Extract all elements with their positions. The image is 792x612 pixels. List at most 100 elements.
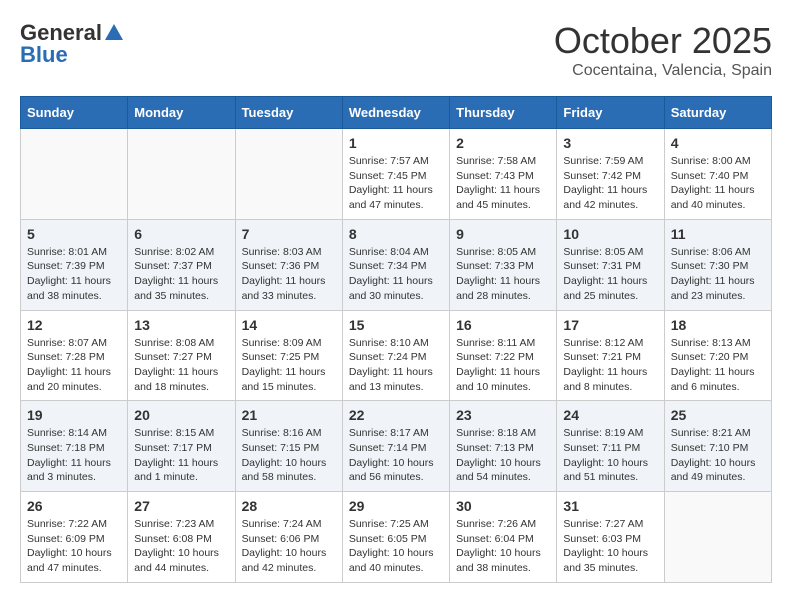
day-info: Sunrise: 7:58 AMSunset: 7:43 PMDaylight:…	[456, 154, 550, 213]
calendar-cell	[21, 129, 128, 220]
day-info: Sunrise: 8:19 AMSunset: 7:11 PMDaylight:…	[563, 426, 657, 485]
page-header: General Blue October 2025 Cocentaina, Va…	[20, 20, 772, 80]
calendar-cell: 9 Sunrise: 8:05 AMSunset: 7:33 PMDaylight…	[450, 219, 557, 310]
day-number: 3	[563, 135, 657, 151]
weekday-header-thursday: Thursday	[450, 97, 557, 129]
calendar-cell: 21 Sunrise: 8:16 AMSunset: 7:15 PMDayligh…	[235, 401, 342, 492]
day-number: 27	[134, 498, 228, 514]
calendar-cell: 4Sunrise: 8:00 AMSunset: 7:40 PMDaylight…	[664, 129, 771, 220]
calendar-cell: 29Sunrise: 7:25 AMSunset: 6:05 PMDayligh…	[342, 492, 449, 583]
location-subtitle: Cocentaina, Valencia, Spain	[554, 62, 772, 80]
day-info: Sunrise: 8:10 AMSunset: 7:24 PMDaylight:…	[349, 336, 443, 395]
calendar-cell: 12 Sunrise: 8:07 AMSunset: 7:28 PMDayligh…	[21, 310, 128, 401]
day-number: 6	[134, 226, 228, 242]
calendar-cell: 19 Sunrise: 8:14 AMSunset: 7:18 PMDayligh…	[21, 401, 128, 492]
calendar-cell: 20 Sunrise: 8:15 AMSunset: 7:17 PMDayligh…	[128, 401, 235, 492]
calendar-cell: 8 Sunrise: 8:04 AMSunset: 7:34 PMDaylight…	[342, 219, 449, 310]
day-info: Sunrise: 7:26 AMSunset: 6:04 PMDaylight:…	[456, 517, 550, 576]
weekday-header-friday: Friday	[557, 97, 664, 129]
day-info: Sunrise: 8:15 AMSunset: 7:17 PMDaylight:…	[134, 426, 228, 485]
calendar-cell: 27Sunrise: 7:23 AMSunset: 6:08 PMDayligh…	[128, 492, 235, 583]
calendar-cell	[235, 129, 342, 220]
calendar-cell: 26 Sunrise: 7:22 AMSunset: 6:09 PMDayligh…	[21, 492, 128, 583]
weekday-header-row: SundayMondayTuesdayWednesdayThursdayFrid…	[21, 97, 772, 129]
calendar-cell: 31 Sunrise: 7:27 AMSunset: 6:03 PMDayligh…	[557, 492, 664, 583]
day-info: Sunrise: 7:27 AMSunset: 6:03 PMDaylight:…	[563, 517, 657, 576]
calendar-cell: 30 Sunrise: 7:26 AMSunset: 6:04 PMDayligh…	[450, 492, 557, 583]
day-number: 5	[27, 226, 121, 242]
day-info: Sunrise: 8:13 AMSunset: 7:20 PMDaylight:…	[671, 336, 765, 395]
day-number: 20	[134, 407, 228, 423]
day-info: Sunrise: 7:22 AMSunset: 6:09 PMDaylight:…	[27, 517, 121, 576]
day-number: 12	[27, 317, 121, 333]
day-number: 18	[671, 317, 765, 333]
day-info: Sunrise: 8:18 AMSunset: 7:13 PMDaylight:…	[456, 426, 550, 485]
calendar-cell: 18 Sunrise: 8:13 AMSunset: 7:20 PMDayligh…	[664, 310, 771, 401]
calendar-cell: 25 Sunrise: 8:21 AMSunset: 7:10 PMDayligh…	[664, 401, 771, 492]
calendar-cell: 14 Sunrise: 8:09 AMSunset: 7:25 PMDayligh…	[235, 310, 342, 401]
day-number: 21	[242, 407, 336, 423]
calendar-week-row: 1Sunrise: 7:57 AMSunset: 7:45 PMDaylight…	[21, 129, 772, 220]
day-number: 9	[456, 226, 550, 242]
calendar-cell: 13 Sunrise: 8:08 AMSunset: 7:27 PMDayligh…	[128, 310, 235, 401]
calendar-cell: 3Sunrise: 7:59 AMSunset: 7:42 PMDaylight…	[557, 129, 664, 220]
day-info: Sunrise: 8:03 AMSunset: 7:36 PMDaylight:…	[242, 245, 336, 304]
calendar-cell	[128, 129, 235, 220]
weekday-header-sunday: Sunday	[21, 97, 128, 129]
day-number: 11	[671, 226, 765, 242]
day-info: Sunrise: 8:01 AMSunset: 7:39 PMDaylight:…	[27, 245, 121, 304]
day-info: Sunrise: 8:14 AMSunset: 7:18 PMDaylight:…	[27, 426, 121, 485]
logo-blue-text: Blue	[20, 42, 68, 68]
day-info: Sunrise: 8:16 AMSunset: 7:15 PMDaylight:…	[242, 426, 336, 485]
calendar-week-row: 19 Sunrise: 8:14 AMSunset: 7:18 PMDayligh…	[21, 401, 772, 492]
day-number: 23	[456, 407, 550, 423]
logo-icon	[103, 22, 125, 44]
calendar-week-row: 26 Sunrise: 7:22 AMSunset: 6:09 PMDayligh…	[21, 492, 772, 583]
weekday-header-wednesday: Wednesday	[342, 97, 449, 129]
calendar-table: SundayMondayTuesdayWednesdayThursdayFrid…	[20, 96, 772, 583]
day-info: Sunrise: 8:05 AMSunset: 7:33 PMDaylight:…	[456, 245, 550, 304]
day-info: Sunrise: 8:17 AMSunset: 7:14 PMDaylight:…	[349, 426, 443, 485]
calendar-cell: 17Sunrise: 8:12 AMSunset: 7:21 PMDayligh…	[557, 310, 664, 401]
day-info: Sunrise: 8:21 AMSunset: 7:10 PMDaylight:…	[671, 426, 765, 485]
title-area: October 2025 Cocentaina, Valencia, Spain	[554, 20, 772, 80]
day-number: 31	[563, 498, 657, 514]
day-number: 14	[242, 317, 336, 333]
day-info: Sunrise: 8:07 AMSunset: 7:28 PMDaylight:…	[27, 336, 121, 395]
day-info: Sunrise: 8:04 AMSunset: 7:34 PMDaylight:…	[349, 245, 443, 304]
day-number: 30	[456, 498, 550, 514]
day-info: Sunrise: 8:00 AMSunset: 7:40 PMDaylight:…	[671, 154, 765, 213]
day-number: 28	[242, 498, 336, 514]
calendar-cell: 22 Sunrise: 8:17 AMSunset: 7:14 PMDayligh…	[342, 401, 449, 492]
day-number: 15	[349, 317, 443, 333]
day-number: 10	[563, 226, 657, 242]
calendar-cell	[664, 492, 771, 583]
day-number: 8	[349, 226, 443, 242]
logo: General Blue	[20, 20, 126, 68]
day-info: Sunrise: 8:06 AMSunset: 7:30 PMDaylight:…	[671, 245, 765, 304]
day-number: 19	[27, 407, 121, 423]
calendar-cell: 7 Sunrise: 8:03 AMSunset: 7:36 PMDaylight…	[235, 219, 342, 310]
weekday-header-saturday: Saturday	[664, 97, 771, 129]
day-number: 13	[134, 317, 228, 333]
day-number: 26	[27, 498, 121, 514]
calendar-cell: 24 Sunrise: 8:19 AMSunset: 7:11 PMDayligh…	[557, 401, 664, 492]
day-info: Sunrise: 8:09 AMSunset: 7:25 PMDaylight:…	[242, 336, 336, 395]
day-info: Sunrise: 7:24 AMSunset: 6:06 PMDaylight:…	[242, 517, 336, 576]
weekday-header-tuesday: Tuesday	[235, 97, 342, 129]
calendar-cell: 2Sunrise: 7:58 AMSunset: 7:43 PMDaylight…	[450, 129, 557, 220]
day-info: Sunrise: 7:57 AMSunset: 7:45 PMDaylight:…	[349, 154, 443, 213]
calendar-cell: 5 Sunrise: 8:01 AMSunset: 7:39 PMDaylight…	[21, 219, 128, 310]
calendar-cell: 15 Sunrise: 8:10 AMSunset: 7:24 PMDayligh…	[342, 310, 449, 401]
calendar-cell: 11 Sunrise: 8:06 AMSunset: 7:30 PMDayligh…	[664, 219, 771, 310]
day-info: Sunrise: 8:08 AMSunset: 7:27 PMDaylight:…	[134, 336, 228, 395]
day-number: 22	[349, 407, 443, 423]
day-info: Sunrise: 8:11 AMSunset: 7:22 PMDaylight:…	[456, 336, 550, 395]
day-number: 7	[242, 226, 336, 242]
calendar-cell: 28 Sunrise: 7:24 AMSunset: 6:06 PMDayligh…	[235, 492, 342, 583]
day-number: 25	[671, 407, 765, 423]
calendar-cell: 23 Sunrise: 8:18 AMSunset: 7:13 PMDayligh…	[450, 401, 557, 492]
day-number: 24	[563, 407, 657, 423]
calendar-cell: 10Sunrise: 8:05 AMSunset: 7:31 PMDayligh…	[557, 219, 664, 310]
calendar-week-row: 5 Sunrise: 8:01 AMSunset: 7:39 PMDaylight…	[21, 219, 772, 310]
